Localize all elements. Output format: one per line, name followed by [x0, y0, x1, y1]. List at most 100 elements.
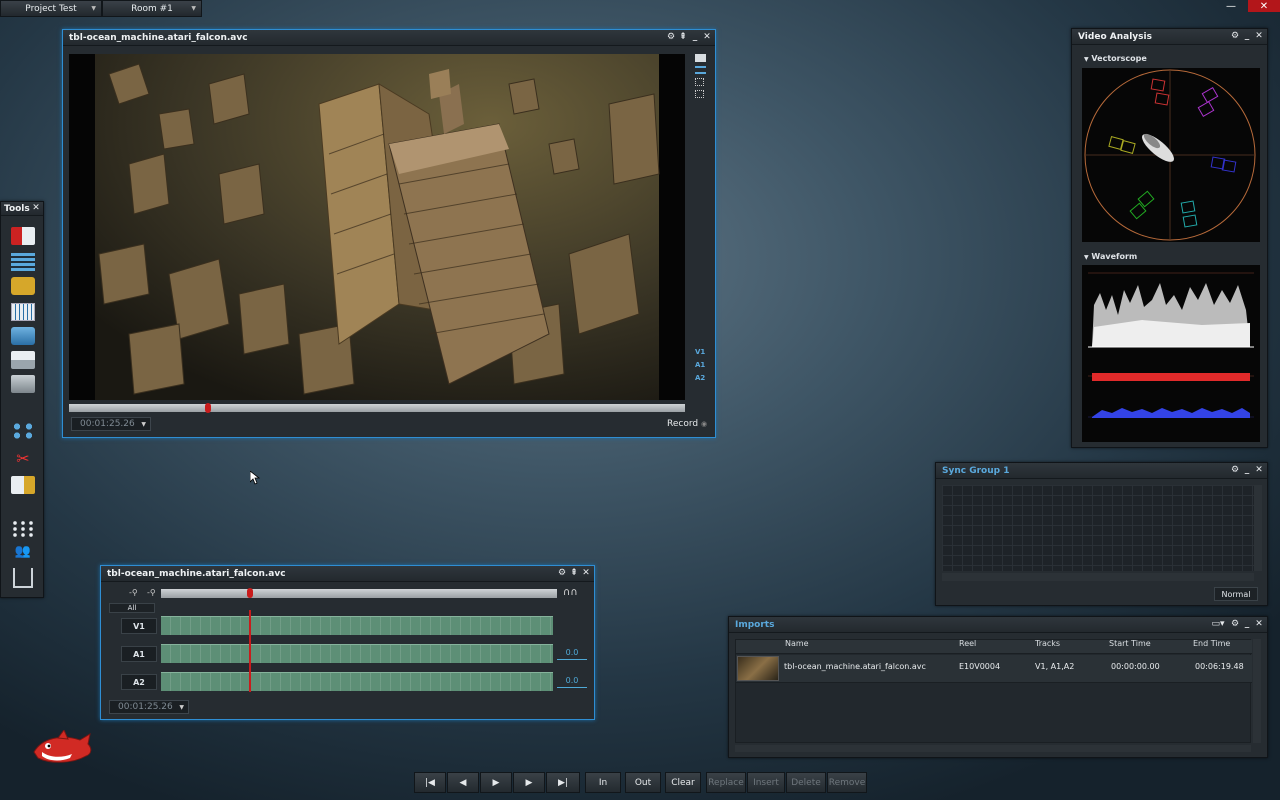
sync-group-title-bar[interactable]: Sync Group 1 ⚙ _ ✕ — [936, 463, 1267, 479]
skip-start-icon: |◀ — [425, 777, 435, 788]
all-tracks-button[interactable]: All — [109, 603, 155, 613]
track-a2-label[interactable]: A2 — [121, 674, 157, 690]
imports-hscrollbar[interactable] — [735, 745, 1251, 752]
scissors-icon[interactable]: ✂ — [11, 450, 35, 468]
pin-icon[interactable]: ⇞ — [570, 568, 578, 579]
close-icon[interactable]: ✕ — [1255, 31, 1263, 42]
video-analysis-title-bar[interactable]: Video Analysis ⚙ _ ✕ — [1072, 29, 1267, 45]
minimize-window-icon[interactable]: — — [1220, 0, 1242, 12]
track-v1-level[interactable] — [557, 621, 587, 633]
delete-button[interactable]: Delete — [786, 772, 826, 793]
settings-icon[interactable]: ⚙ — [558, 568, 566, 579]
close-icon[interactable]: ✕ — [32, 203, 40, 214]
clear-button[interactable]: Clear — [665, 772, 701, 793]
viewer-scrub-bar[interactable] — [69, 403, 685, 413]
go-to-start-button[interactable]: |◀ — [414, 772, 446, 793]
close-window-icon[interactable]: ✕ — [1248, 0, 1280, 12]
layers-icon[interactable] — [695, 66, 706, 74]
stack-icon[interactable] — [11, 327, 35, 345]
close-icon[interactable]: ✕ — [1255, 619, 1263, 630]
waveform-header[interactable]: ▼ Waveform — [1084, 252, 1137, 261]
printer-icon[interactable] — [11, 351, 35, 369]
minimize-icon[interactable]: _ — [1243, 619, 1251, 630]
skip-end-icon: ▶| — [558, 777, 568, 788]
close-icon[interactable]: ✕ — [703, 32, 711, 43]
timeline-title-bar[interactable]: tbl-ocean_machine.atari_falcon.avc ⚙ ⇞ ✕ — [101, 566, 594, 582]
col-start-header[interactable]: Start Time — [1109, 639, 1151, 650]
crop-icon[interactable] — [695, 90, 704, 98]
col-end-header[interactable]: End Time — [1193, 639, 1230, 650]
track-a2-clip[interactable] — [161, 672, 553, 691]
sync-group-hscrollbar[interactable] — [942, 573, 1254, 581]
vectorscope-header[interactable]: ▼ Vectorscope — [1084, 54, 1147, 63]
minimize-icon[interactable]: _ — [691, 32, 699, 43]
track-a2-level[interactable]: 0.0 — [557, 676, 587, 688]
track-label-a1[interactable]: A1 — [695, 361, 711, 374]
timeline-ruler[interactable] — [161, 588, 557, 598]
viewer-title-bar[interactable]: tbl-ocean_machine.atari_falcon.avc ⚙ ⇞ _… — [63, 30, 715, 46]
minimize-icon[interactable]: _ — [1243, 465, 1251, 476]
insert-button[interactable]: Insert — [747, 772, 785, 793]
track-a1-clip[interactable] — [161, 644, 553, 663]
timeline-ruler-playhead[interactable] — [247, 588, 254, 598]
close-icon[interactable]: ✕ — [582, 568, 590, 579]
col-tracks-header[interactable]: Tracks — [1035, 639, 1060, 650]
in-button[interactable]: In — [585, 772, 621, 793]
sync-group-scrollbar[interactable] — [1254, 485, 1262, 571]
zoom-out-icon[interactable]: -⚲ — [129, 588, 138, 597]
step-back-button[interactable]: ◀ — [447, 772, 479, 793]
record-button[interactable]: Record ◉ — [667, 419, 707, 429]
track-v1-clip[interactable] — [161, 616, 553, 635]
settings-icon[interactable]: ⚙ — [667, 32, 675, 43]
imports-title-bar[interactable]: Imports ▭▾ ⚙ _ ✕ — [729, 617, 1267, 633]
list-icon[interactable] — [11, 253, 35, 271]
clip-thumbnail[interactable] — [737, 656, 779, 681]
snap-icon[interactable]: ∩∩ — [563, 587, 578, 598]
track-a1-label[interactable]: A1 — [121, 646, 157, 662]
view-mode-icon[interactable]: ▭▾ — [1209, 619, 1227, 630]
pin-icon[interactable]: ⇞ — [679, 32, 687, 43]
in-label: In — [598, 777, 608, 788]
replace-button[interactable]: Replace — [706, 772, 746, 793]
folder-icon[interactable] — [695, 54, 706, 62]
col-reel-header[interactable]: Reel — [959, 639, 976, 650]
settings-icon[interactable]: ⚙ — [1231, 465, 1239, 476]
track-v1-label[interactable]: V1 — [121, 618, 157, 634]
col-name-header[interactable]: Name — [785, 639, 809, 650]
timeline-playhead[interactable] — [249, 610, 252, 692]
project-selector[interactable]: Project Test ▼ — [0, 0, 102, 17]
calculator-icon[interactable] — [11, 422, 35, 440]
room-selector[interactable]: Room #1 ▼ — [102, 0, 202, 17]
export-icon[interactable] — [11, 476, 35, 494]
zoom-in-icon[interactable]: -⚲ — [147, 588, 156, 597]
play-button[interactable]: ▶ — [480, 772, 512, 793]
remove-button[interactable]: Remove — [827, 772, 867, 793]
out-button[interactable]: Out — [625, 772, 661, 793]
archive-icon[interactable] — [11, 277, 35, 295]
timeline-timecode[interactable]: 00:01:25.26 ▼ — [109, 700, 189, 714]
drive-icon[interactable] — [11, 375, 35, 393]
sync-mode-button[interactable]: Normal — [1214, 587, 1258, 601]
go-to-end-button[interactable]: ▶| — [546, 772, 580, 793]
download-icon[interactable] — [13, 568, 33, 588]
track-label-a2[interactable]: A2 — [695, 374, 711, 387]
apps-icon[interactable] — [11, 520, 35, 538]
track-a1-level[interactable]: 0.0 — [557, 648, 587, 660]
sync-group-canvas[interactable] — [942, 485, 1254, 571]
crop-icon[interactable] — [695, 78, 704, 86]
sync-group-title: Sync Group 1 — [942, 465, 1010, 476]
users-icon[interactable]: 👥 — [11, 544, 35, 562]
step-forward-button[interactable]: ▶ — [513, 772, 545, 793]
track-label-v1[interactable]: V1 — [695, 348, 711, 361]
minimize-icon[interactable]: _ — [1243, 31, 1251, 42]
tools-title-bar[interactable]: Tools ✕ — [1, 202, 43, 216]
imports-vscrollbar[interactable] — [1253, 639, 1261, 743]
close-icon[interactable]: ✕ — [1255, 465, 1263, 476]
video-frame[interactable] — [69, 54, 685, 400]
grid-icon[interactable] — [11, 303, 35, 321]
viewer-playhead[interactable] — [204, 403, 211, 413]
settings-icon[interactable]: ⚙ — [1231, 31, 1239, 42]
settings-icon[interactable]: ⚙ — [1231, 619, 1239, 630]
viewer-timecode[interactable]: 00:01:25.26 ▼ — [71, 417, 151, 431]
import-icon[interactable] — [11, 227, 35, 245]
